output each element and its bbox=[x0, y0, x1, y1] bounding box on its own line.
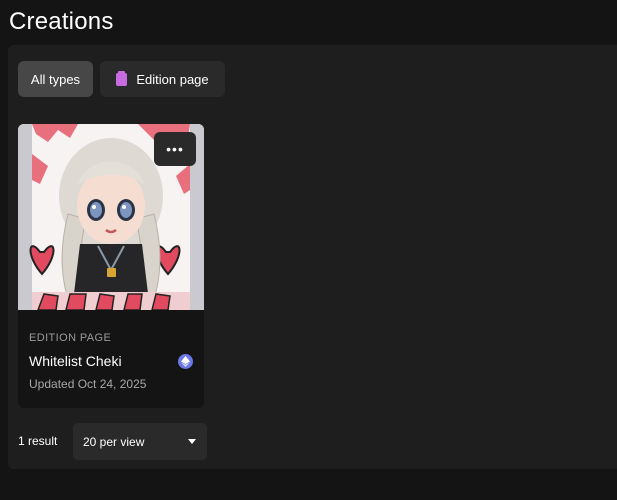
filter-all-types-button[interactable]: All types bbox=[18, 61, 93, 97]
filter-edition-page-button[interactable]: Edition page bbox=[100, 61, 225, 97]
creations-panel: All types Edition page ••• EDITION PAGE … bbox=[8, 45, 617, 469]
edition-page-icon bbox=[116, 70, 128, 86]
filter-edition-page-label: Edition page bbox=[136, 71, 209, 87]
per-view-value: 20 per view bbox=[83, 434, 145, 449]
chevron-down-icon bbox=[188, 439, 196, 444]
card-type-label: EDITION PAGE bbox=[29, 332, 112, 344]
card-title[interactable]: Whitelist Cheki bbox=[29, 353, 122, 369]
card-updated-date: Updated Oct 24, 2025 bbox=[29, 377, 147, 391]
more-options-button[interactable]: ••• bbox=[154, 132, 196, 166]
ethereum-icon bbox=[178, 354, 193, 369]
page-title: Creations bbox=[9, 8, 114, 35]
card-artwork[interactable]: ••• bbox=[18, 124, 204, 310]
per-view-select[interactable]: 20 per view bbox=[73, 423, 207, 460]
filter-all-types-label: All types bbox=[30, 71, 81, 87]
creation-card[interactable]: ••• EDITION PAGE Whitelist Cheki Updated… bbox=[18, 124, 204, 408]
result-count: 1 result bbox=[18, 434, 58, 448]
